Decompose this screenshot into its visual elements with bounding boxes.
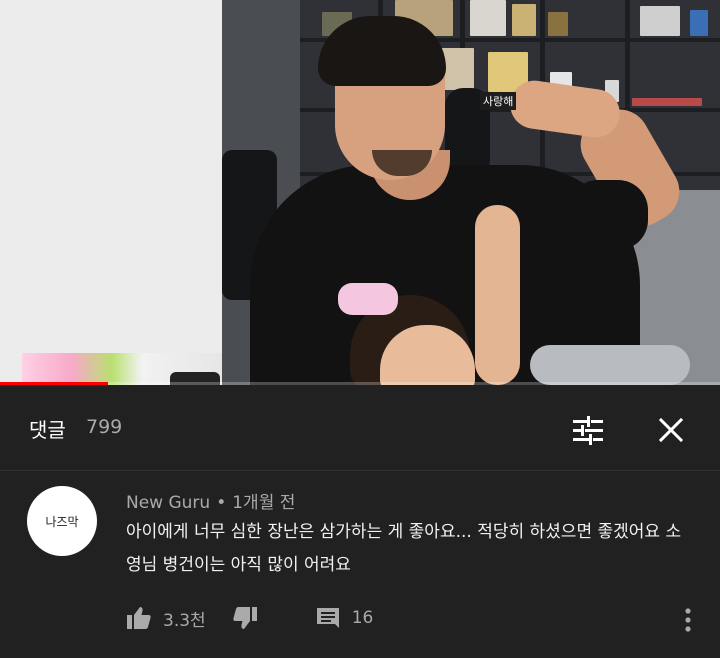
video-player[interactable]: 사랑해 — [0, 0, 720, 385]
child-arm — [475, 205, 520, 385]
sliders-icon — [573, 416, 603, 445]
avatar-text: 나즈막 — [45, 514, 79, 529]
comment-meta: New Guru • 1개월 전 — [126, 488, 295, 513]
comments-count: 799 — [86, 416, 123, 438]
child-hair-bow — [338, 283, 398, 315]
comment-item: 나즈막 New Guru • 1개월 전 아이에게 너무 심한 장난은 삼가하는 게… — [0, 471, 720, 658]
reply-button[interactable]: 16 — [316, 607, 374, 629]
progress-track[interactable] — [0, 382, 720, 385]
close-icon — [658, 417, 684, 443]
comment-author[interactable]: New Guru — [126, 493, 210, 513]
comments-title: 댓글 — [29, 418, 66, 442]
figure — [640, 6, 680, 36]
frame — [512, 4, 536, 36]
child-leg — [530, 345, 690, 385]
man-sleeve — [568, 180, 648, 250]
shelf-sign: 사랑해 — [480, 92, 517, 110]
comment-time: 1개월 전 — [232, 493, 296, 513]
meta-separator: • — [216, 493, 227, 513]
more-button[interactable] — [678, 605, 698, 635]
like-button[interactable]: 3.3천 — [126, 606, 206, 631]
like-count: 3.3천 — [163, 610, 206, 631]
more-vert-icon — [685, 608, 691, 632]
thumbs-down-icon — [233, 607, 257, 629]
comments-header: 댓글 799 — [0, 386, 720, 470]
figure — [690, 10, 708, 36]
figure — [632, 98, 702, 106]
frame — [470, 0, 506, 36]
comment-actions: 3.3천 16 — [126, 603, 373, 633]
dislike-button[interactable] — [232, 606, 258, 630]
comment-text: 아이에게 너무 심한 장난은 삼가하는 게 좋아요... 적당히 하셨으면 좋겠… — [126, 522, 682, 575]
avatar[interactable]: 나즈막 — [27, 486, 97, 556]
close-button[interactable] — [651, 410, 691, 450]
reply-count: 16 — [351, 608, 374, 628]
thumbs-up-icon — [127, 607, 151, 629]
video-left-panel — [0, 0, 222, 385]
progress-bar[interactable] — [0, 382, 108, 385]
comment-icon — [316, 608, 339, 628]
figure — [548, 12, 568, 36]
sort-button[interactable] — [568, 410, 608, 450]
